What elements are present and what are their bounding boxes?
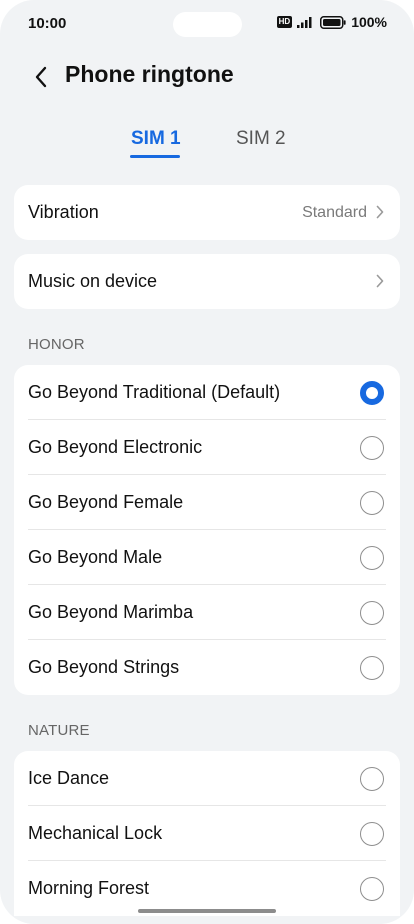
ringtone-item[interactable]: Morning Forest [14, 861, 400, 916]
ringtone-item[interactable]: Go Beyond Female [14, 475, 400, 530]
radio-selected[interactable] [360, 380, 384, 405]
chevron-right-icon [376, 205, 384, 219]
battery-icon [320, 15, 346, 29]
phone-screen: 10:00 HD 100% Phone ringtone SIM 1 SIM 2… [0, 0, 414, 924]
ringtone-label: Ice Dance [28, 768, 110, 788]
signal-icon [297, 17, 312, 28]
radio-unselected[interactable] [360, 876, 384, 901]
nature-ringtone-list: Ice Dance Mechanical Lock Morning Forest [14, 751, 400, 916]
tab-sim-2[interactable]: SIM 2 [236, 128, 286, 150]
honor-ringtone-list: Go Beyond Traditional (Default) Go Beyon… [14, 365, 400, 695]
radio-unselected[interactable] [360, 600, 384, 625]
radio-unselected[interactable] [360, 821, 384, 846]
radio-unselected[interactable] [360, 766, 384, 791]
ringtone-label: Go Beyond Traditional (Default) [28, 382, 281, 402]
ringtone-item[interactable]: Go Beyond Electronic [14, 420, 400, 475]
tab-sim-1[interactable]: SIM 1 [131, 128, 181, 150]
back-arrow-icon [35, 66, 47, 88]
ringtone-label: Go Beyond Marimba [28, 602, 194, 622]
camera-pill [173, 12, 242, 37]
ringtone-item[interactable]: Go Beyond Marimba [14, 585, 400, 640]
page-title: Phone ringtone [65, 61, 234, 87]
back-button[interactable] [26, 62, 56, 92]
active-tab-indicator [130, 155, 180, 158]
music-card: Music on device [14, 254, 400, 309]
radio-unselected[interactable] [360, 490, 384, 515]
ringtone-label: Go Beyond Male [28, 547, 163, 567]
section-label-nature: NATURE [28, 722, 90, 739]
ringtone-item[interactable]: Go Beyond Male [14, 530, 400, 585]
ringtone-label: Go Beyond Strings [28, 657, 180, 677]
radio-unselected[interactable] [360, 545, 384, 570]
radio-unselected[interactable] [360, 435, 384, 460]
ringtone-item[interactable]: Go Beyond Strings [14, 640, 400, 695]
home-indicator[interactable] [138, 909, 276, 913]
section-label-honor: HONOR [28, 336, 85, 353]
vibration-value: Standard [302, 203, 367, 221]
hd-icon: HD [276, 16, 293, 28]
ringtone-label: Go Beyond Electronic [28, 437, 203, 457]
ringtone-label: Go Beyond Female [28, 492, 184, 512]
chevron-right-icon [376, 274, 384, 288]
radio-unselected[interactable] [360, 655, 384, 680]
vibration-label: Vibration [28, 202, 99, 222]
ringtone-item[interactable]: Go Beyond Traditional (Default) [14, 365, 400, 420]
ringtone-label: Morning Forest [28, 878, 150, 898]
vibration-card: Vibration Standard [14, 185, 400, 240]
battery-percent: 100% [351, 14, 387, 30]
music-on-device-row[interactable]: Music on device [14, 254, 400, 309]
vibration-row[interactable]: Vibration Standard [14, 185, 400, 240]
ringtone-item[interactable]: Mechanical Lock [14, 806, 400, 861]
status-icons: HD 100% [276, 14, 387, 30]
ringtone-item[interactable]: Ice Dance [14, 751, 400, 806]
music-on-device-label: Music on device [28, 271, 158, 291]
status-time: 10:00 [28, 15, 67, 32]
ringtone-label: Mechanical Lock [28, 823, 163, 843]
